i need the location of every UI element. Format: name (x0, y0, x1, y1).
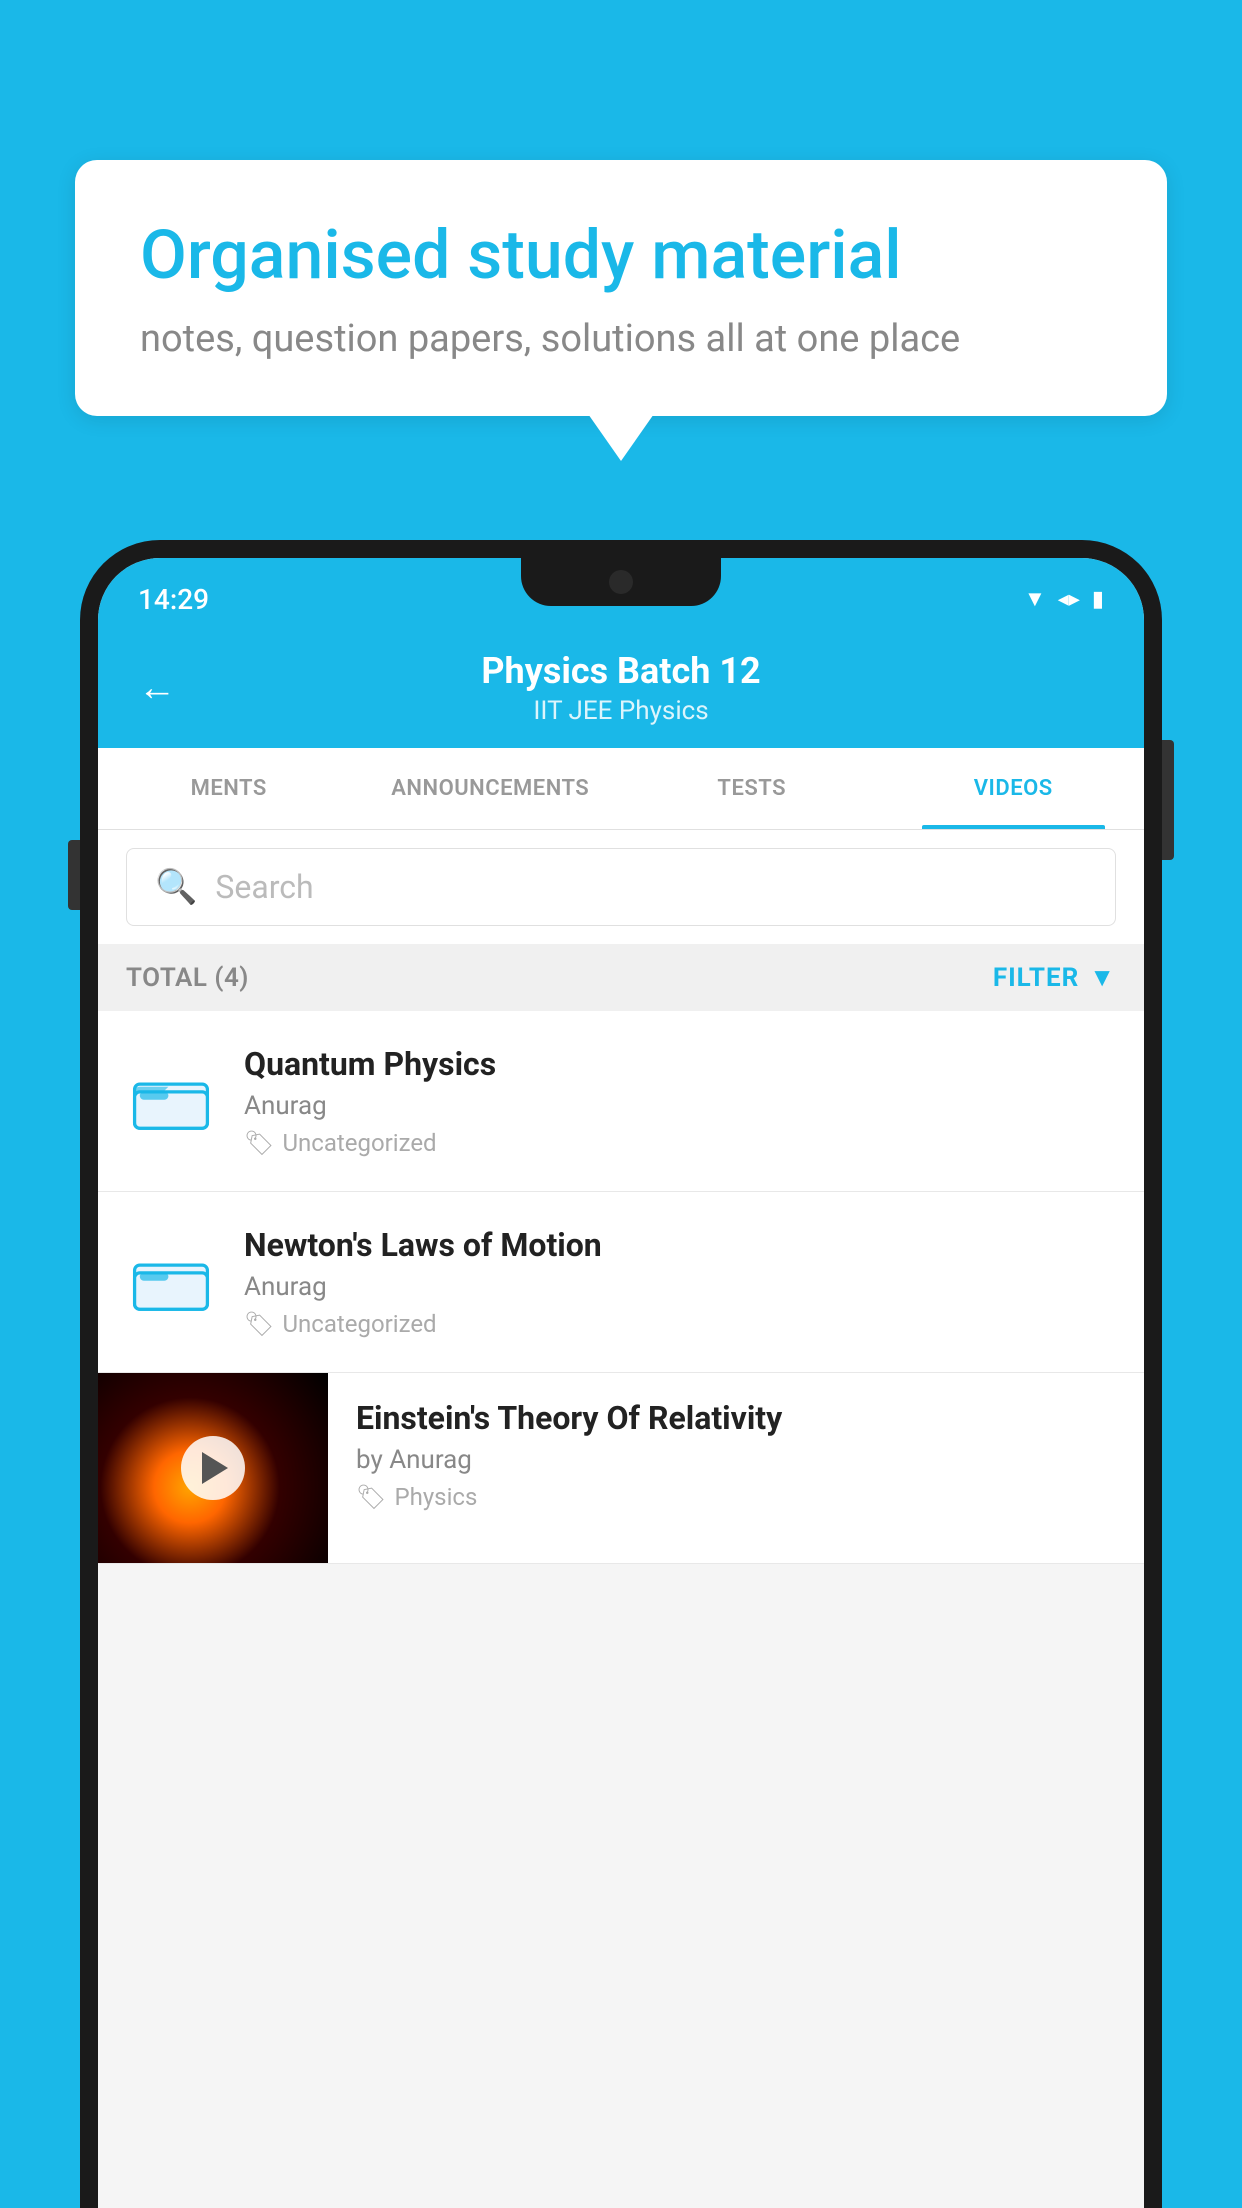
filter-bar: TOTAL (4) FILTER ▼ (98, 944, 1144, 1011)
video-list: Quantum Physics Anurag 🏷 Uncategorized (98, 1011, 1144, 1564)
item-tag: 🏷 Physics (356, 1483, 1116, 1511)
phone-frame: 14:29 ▼ ◂▸ ▮ ← Physics Batch 12 IIT JEE … (80, 540, 1162, 2208)
tag-icon: 🏷 (244, 1310, 274, 1338)
tag-icon: 🏷 (244, 1129, 274, 1157)
search-container: 🔍 Search (98, 830, 1144, 944)
search-bar[interactable]: 🔍 Search (126, 848, 1116, 926)
header-subtitle: IIT JEE Physics (206, 696, 1036, 726)
filter-icon: ▼ (1089, 962, 1116, 993)
folder-icon (126, 1056, 216, 1146)
speech-bubble-title: Organised study material (140, 215, 1102, 297)
speech-bubble-subtitle: notes, question papers, solutions all at… (140, 317, 1102, 361)
back-button[interactable]: ← (138, 666, 176, 710)
tab-videos[interactable]: VIDEOS (883, 748, 1145, 829)
phone-volume-button (68, 840, 80, 910)
item-author: Anurag (244, 1091, 1116, 1121)
item-title: Quantum Physics (244, 1045, 1116, 1083)
wifi-icon: ▼ (1024, 586, 1046, 612)
tab-tests[interactable]: TESTS (621, 748, 883, 829)
item-title: Einstein's Theory Of Relativity (356, 1399, 1116, 1437)
list-item[interactable]: Newton's Laws of Motion Anurag 🏷 Uncateg… (98, 1192, 1144, 1373)
folder-icon (126, 1237, 216, 1327)
list-item[interactable]: Einstein's Theory Of Relativity by Anura… (98, 1373, 1144, 1564)
item-content: Quantum Physics Anurag 🏷 Uncategorized (244, 1045, 1116, 1157)
filter-button[interactable]: FILTER ▼ (993, 962, 1116, 993)
header-title: Physics Batch 12 (206, 650, 1036, 692)
item-author: Anurag (244, 1272, 1116, 1302)
phone-notch (521, 558, 721, 606)
total-count: TOTAL (4) (126, 963, 249, 993)
search-input[interactable]: Search (215, 868, 313, 906)
tab-announcements[interactable]: ANNOUNCEMENTS (360, 748, 622, 829)
item-title: Newton's Laws of Motion (244, 1226, 1116, 1264)
header-title-block: Physics Batch 12 IIT JEE Physics (206, 650, 1036, 726)
item-tag: 🏷 Uncategorized (244, 1310, 1116, 1338)
list-item[interactable]: Quantum Physics Anurag 🏷 Uncategorized (98, 1011, 1144, 1192)
tag-icon: 🏷 (356, 1483, 386, 1511)
item-content: Newton's Laws of Motion Anurag 🏷 Uncateg… (244, 1226, 1116, 1338)
play-button[interactable] (181, 1436, 245, 1500)
filter-label: FILTER (993, 963, 1079, 993)
status-icons: ▼ ◂▸ ▮ (1024, 586, 1104, 612)
tab-ments[interactable]: MENTS (98, 748, 360, 829)
play-icon (202, 1452, 228, 1484)
status-time: 14:29 (138, 583, 209, 616)
signal-icon: ◂▸ (1058, 587, 1080, 612)
video-thumbnail (98, 1373, 328, 1563)
tabs-bar: MENTS ANNOUNCEMENTS TESTS VIDEOS (98, 748, 1144, 830)
item-tag: 🏷 Uncategorized (244, 1129, 1116, 1157)
item-content: Einstein's Theory Of Relativity by Anura… (328, 1373, 1144, 1537)
item-author: by Anurag (356, 1445, 1116, 1475)
search-icon: 🔍 (155, 867, 197, 907)
battery-icon: ▮ (1092, 587, 1104, 612)
phone-camera (609, 570, 633, 594)
phone-power-button (1162, 740, 1174, 860)
speech-bubble: Organised study material notes, question… (75, 160, 1167, 416)
phone-screen: 14:29 ▼ ◂▸ ▮ ← Physics Batch 12 IIT JEE … (98, 558, 1144, 2208)
app-header: ← Physics Batch 12 IIT JEE Physics (98, 630, 1144, 748)
